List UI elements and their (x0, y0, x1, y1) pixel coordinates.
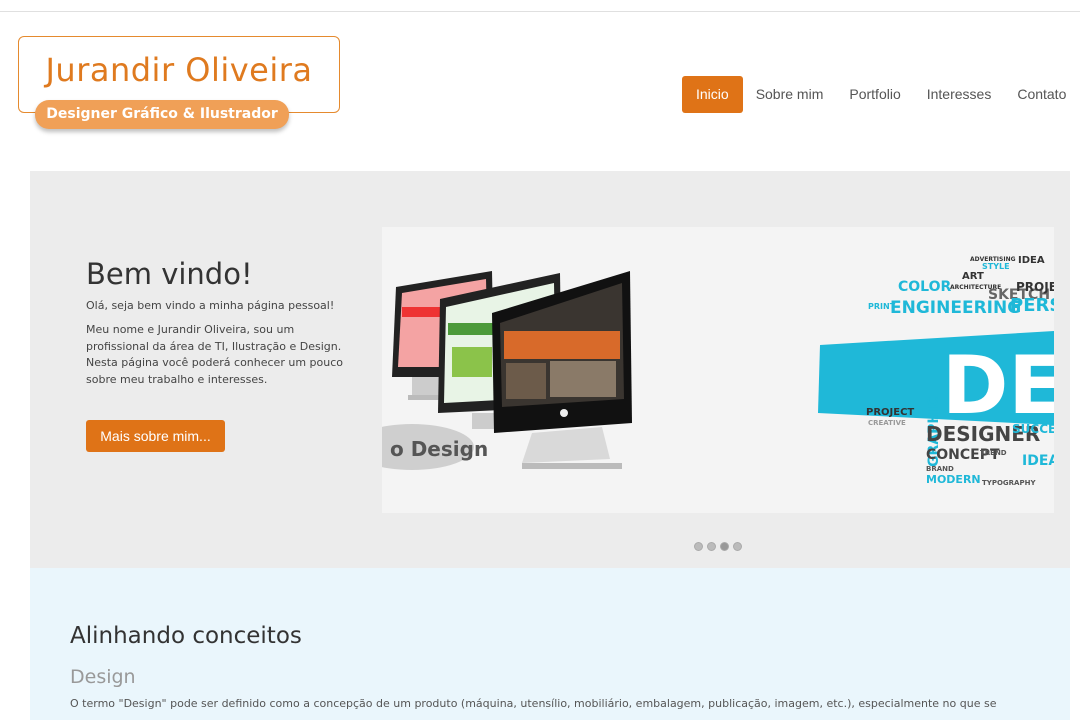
word-project: PROJECT (1016, 280, 1054, 294)
hero-subtitle: Olá, seja bem vindo a minha página pesso… (86, 299, 335, 312)
word-project-2: PROJECT (866, 407, 914, 418)
word-des: DES (942, 339, 1054, 432)
slide-image: o Design DE COLOR ARCHITECTURE ART STYLE… (382, 227, 1054, 513)
carousel-dot-active[interactable] (720, 542, 729, 551)
carousel-indicators (694, 542, 742, 551)
nav-item-interesses[interactable]: Interesses (914, 76, 1005, 113)
more-about-me-button[interactable]: Mais sobre mim... (86, 420, 225, 452)
carousel-dot[interactable] (733, 542, 742, 551)
hero-text: Meu nome e Jurandir Oliveira, sou um pro… (86, 323, 343, 386)
nav-item-contato[interactable]: Contato (1004, 76, 1079, 113)
logo-name: Jurandir Oliveira (45, 51, 313, 89)
word-creative: CREATIVE (868, 419, 906, 427)
top-divider (0, 11, 1080, 12)
word-advertising: ADVERTISING (970, 256, 1016, 263)
concepts-section: Alinhando conceitos Design O termo "Desi… (30, 568, 1070, 720)
design-word-cloud: DES COLOR ARCHITECTURE ART STYLE ADVERTI… (818, 255, 1054, 487)
word-idea: IDEA (1018, 255, 1045, 266)
design-slide-illustration: o Design DE COLOR ARCHITECTURE ART STYLE… (382, 255, 1054, 487)
section-subtitle: Design (70, 666, 136, 688)
nav-item-inicio[interactable]: Inicio (682, 76, 743, 113)
word-typography: TYPOGRAPHY (982, 479, 1036, 487)
word-brand: BRAND (926, 465, 954, 473)
slide-banner-text: o Design (390, 437, 488, 461)
word-idea-2: IDEA (1022, 453, 1054, 469)
carousel-dot[interactable] (707, 542, 716, 551)
nav-item-portfolio[interactable]: Portfolio (836, 76, 913, 113)
word-color: COLOR (898, 279, 951, 295)
section-title: Alinhando conceitos (70, 623, 302, 649)
nav-item-sobre-mim[interactable]: Sobre mim (743, 76, 837, 113)
word-engineering: ENGINEERING (890, 298, 1021, 318)
section-text: O termo "Design" pode ser definido como … (70, 697, 997, 710)
word-modern: MODERN (926, 473, 981, 486)
word-style: STYLE (982, 262, 1010, 271)
carousel-dot[interactable] (694, 542, 703, 551)
hero-carousel: Bem vindo! Olá, seja bem vindo a minha p… (30, 171, 1070, 568)
logo-tagline: Designer Gráfico & Ilustrador (35, 100, 289, 129)
word-art: ART (962, 271, 984, 282)
main-nav: Inicio Sobre mim Portfolio Interesses Co… (682, 76, 1079, 113)
hero-title: Bem vindo! (86, 257, 253, 291)
word-success: SUCCESS (1012, 422, 1054, 436)
word-trend: TREND (980, 449, 1007, 457)
